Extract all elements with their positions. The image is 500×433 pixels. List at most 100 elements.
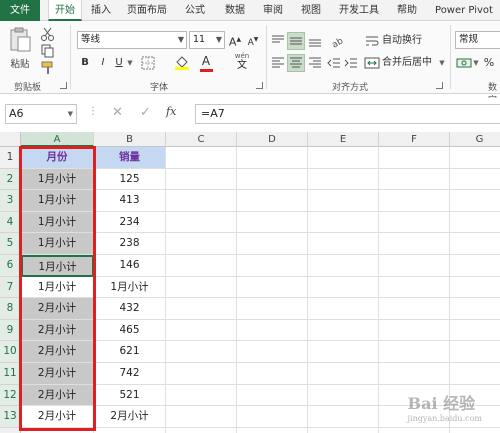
cell-b11[interactable]: 742	[94, 363, 166, 385]
cell-b10[interactable]: 621	[94, 341, 166, 363]
cut-icon[interactable]	[40, 26, 56, 42]
cell-c6[interactable]	[166, 255, 237, 277]
cell-d9[interactable]	[237, 319, 308, 342]
clipboard-launcher-icon[interactable]	[60, 82, 67, 89]
menu-help[interactable]: 帮助	[392, 0, 422, 21]
wrap-text-button[interactable]: 自动换行	[382, 32, 428, 50]
alignment-launcher-icon[interactable]	[436, 82, 443, 89]
paste-button[interactable]: 粘贴	[6, 27, 34, 71]
merge-center-icon[interactable]	[364, 55, 380, 71]
menu-data[interactable]: 数据	[220, 0, 250, 21]
cell-c13[interactable]	[166, 406, 237, 428]
cell-f14[interactable]	[379, 427, 450, 433]
select-all-corner[interactable]	[0, 132, 21, 147]
row-header-3[interactable]: 3	[0, 190, 21, 212]
cell-c1[interactable]	[166, 147, 237, 169]
font-name-select[interactable]: 等线 ▼	[77, 31, 187, 49]
cell-b4[interactable]: 234	[94, 211, 166, 234]
cell-c11[interactable]	[166, 363, 237, 385]
row-header-5[interactable]: 5	[0, 233, 21, 255]
column-header-f[interactable]: F	[379, 132, 450, 147]
cell-g9[interactable]	[450, 320, 500, 342]
cell-d1[interactable]	[237, 147, 308, 169]
underline-button[interactable]: U	[112, 54, 126, 72]
font-launcher-icon[interactable]	[256, 82, 263, 89]
menu-review[interactable]: 审阅	[258, 0, 288, 21]
align-center-button[interactable]	[287, 54, 305, 72]
cell-f3[interactable]	[379, 190, 450, 212]
cell-g14[interactable]	[450, 428, 500, 433]
row-header-10[interactable]: 10	[0, 341, 21, 363]
more-options-icon[interactable]: ⋮	[88, 106, 98, 117]
row-header-7[interactable]: 7	[0, 276, 21, 299]
cell-e9[interactable]	[308, 319, 379, 342]
cell-e6[interactable]	[308, 255, 379, 277]
cell-g8[interactable]	[450, 298, 500, 320]
cell-b1[interactable]: 销量	[94, 147, 166, 169]
cell-e5[interactable]	[308, 233, 379, 255]
column-header-d[interactable]: D	[237, 132, 308, 147]
column-header-c[interactable]: C	[166, 132, 237, 147]
cell-e7[interactable]	[308, 276, 379, 299]
currency-icon[interactable]	[456, 55, 472, 71]
cell-f1[interactable]	[379, 147, 450, 169]
menu-file[interactable]: 文件	[0, 0, 40, 21]
cell-c9[interactable]	[166, 319, 237, 342]
cell-b8[interactable]: 432	[94, 298, 166, 320]
cell-d4[interactable]	[237, 211, 308, 234]
phonetic-button[interactable]: wén 文	[232, 52, 252, 74]
column-header-e[interactable]: E	[308, 132, 379, 147]
cell-c10[interactable]	[166, 341, 237, 363]
row-header-9[interactable]: 9	[0, 319, 21, 342]
increase-indent-icon[interactable]	[343, 55, 359, 71]
cell-f5[interactable]	[379, 233, 450, 255]
align-middle-button[interactable]	[287, 32, 305, 50]
cell-b5[interactable]: 238	[94, 233, 166, 255]
column-header-g[interactable]: G	[450, 132, 500, 147]
cell-d14[interactable]	[237, 427, 308, 433]
cell-b12[interactable]: 521	[94, 384, 166, 407]
cell-d6[interactable]	[237, 255, 308, 277]
cell-c5[interactable]	[166, 233, 237, 255]
cell-g3[interactable]	[450, 190, 500, 212]
cell-b9[interactable]: 465	[94, 319, 166, 342]
copy-icon[interactable]	[40, 43, 56, 59]
cell-b7[interactable]: 1月小计	[94, 276, 166, 299]
row-header-14[interactable]: 14	[0, 427, 21, 433]
cell-f9[interactable]	[379, 319, 450, 342]
cell-c4[interactable]	[166, 211, 237, 234]
cell-c2[interactable]	[166, 168, 237, 191]
cell-d11[interactable]	[237, 363, 308, 385]
cell-e1[interactable]	[308, 147, 379, 169]
cell-f10[interactable]	[379, 341, 450, 363]
cell-c3[interactable]	[166, 190, 237, 212]
cell-c7[interactable]	[166, 276, 237, 299]
cell-c14[interactable]	[166, 427, 237, 433]
spreadsheet-grid[interactable]: A B C D E F G 1 月份 销量 2 1月小计 125 3 1月小计 413 4 1月小计 234 5 1月小…	[0, 132, 500, 433]
row-header-13[interactable]: 13	[0, 406, 21, 428]
bold-button[interactable]: B	[78, 54, 92, 72]
font-size-select[interactable]: 11 ▼	[189, 31, 225, 49]
cell-g6[interactable]	[450, 255, 500, 277]
chevron-down-icon[interactable]: ▼	[126, 54, 134, 72]
cell-b2[interactable]: 125	[94, 168, 166, 191]
cell-c12[interactable]	[166, 384, 237, 407]
menu-power-pivot[interactable]: Power Pivot	[432, 0, 496, 21]
row-header-2[interactable]: 2	[0, 168, 21, 191]
align-left-icon[interactable]	[270, 55, 286, 71]
number-format-select[interactable]: 常规	[455, 31, 500, 49]
menu-page-layout[interactable]: 页面布局	[122, 0, 172, 21]
cell-d8[interactable]	[237, 298, 308, 320]
decrease-indent-icon[interactable]	[326, 55, 342, 71]
cell-f6[interactable]	[379, 255, 450, 277]
grow-font-button[interactable]: A▲	[228, 31, 242, 49]
cell-b3[interactable]: 413	[94, 190, 166, 212]
align-top-icon[interactable]	[270, 33, 286, 49]
chevron-down-icon[interactable]: ▼	[438, 54, 446, 72]
cell-e14[interactable]	[308, 427, 379, 433]
fill-color-icon[interactable]	[174, 54, 190, 70]
cell-d7[interactable]	[237, 276, 308, 299]
row-header-11[interactable]: 11	[0, 363, 21, 385]
cell-d3[interactable]	[237, 190, 308, 212]
merge-center-button[interactable]: 合并后居中	[382, 54, 438, 72]
